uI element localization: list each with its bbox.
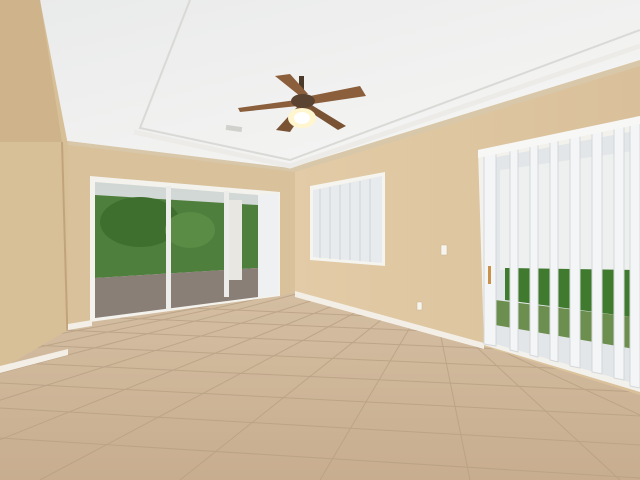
window-with-blinds [310, 172, 385, 266]
room-photo [0, 0, 640, 480]
door-frame-divider [166, 186, 171, 310]
light-switch [440, 244, 448, 256]
wall-outlet [416, 301, 423, 311]
fan-motor [291, 94, 315, 108]
vertical-blind-stack-back [258, 193, 278, 297]
door-handle [488, 266, 491, 284]
lanai-column [228, 200, 242, 280]
